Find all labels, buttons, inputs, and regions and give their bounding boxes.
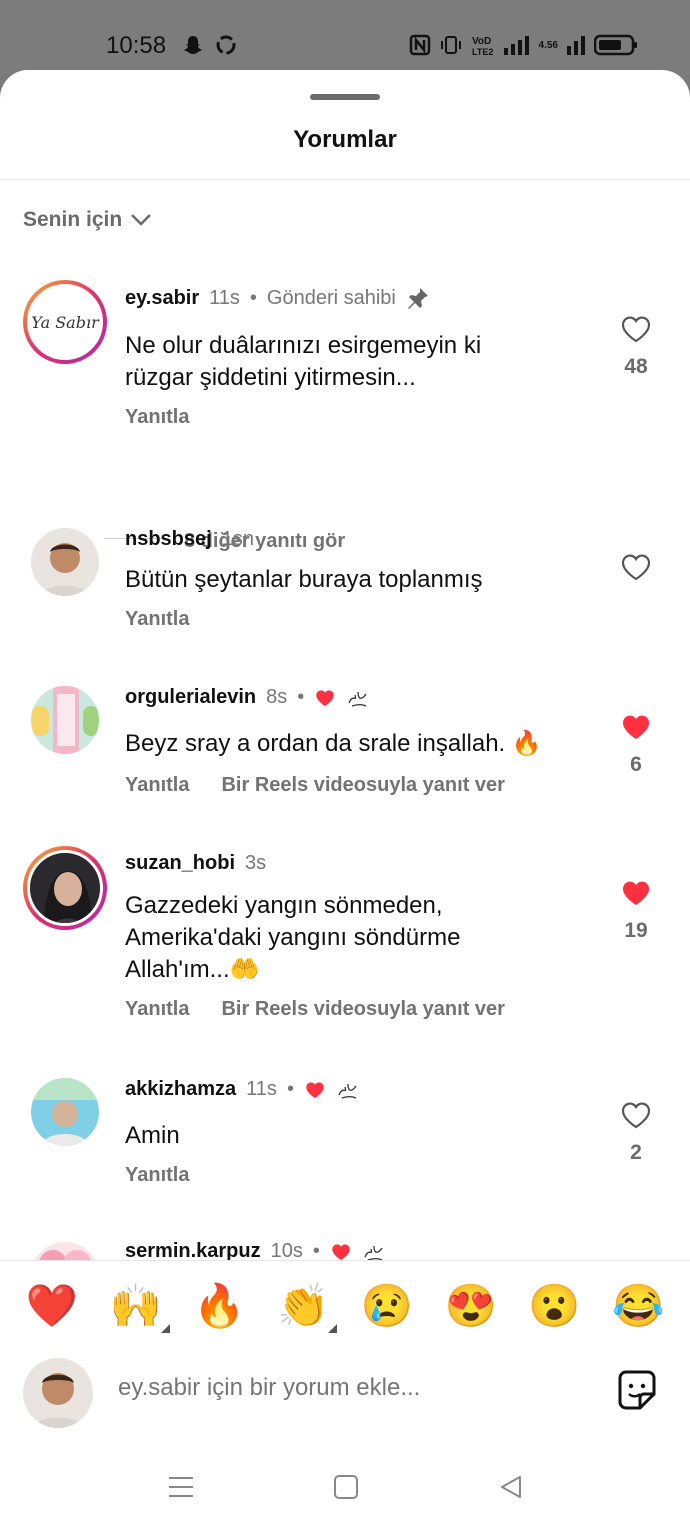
timestamp: 10s [270,1240,303,1260]
username[interactable]: akkizhamza [125,1078,236,1101]
timestamp: 11s [246,1078,277,1100]
avatar-logo-text: Ya Sabır [31,312,99,332]
comment-input[interactable] [118,1374,588,1402]
reels-reply-button[interactable]: Bir Reels videosuyla yanıt ver [221,998,504,1021]
heart-filled-icon [622,715,650,739]
separator-dot: • [286,1078,294,1100]
username[interactable]: orgulerialevin [125,686,256,709]
sticker-icon[interactable] [614,1368,660,1414]
system-nav-bar [0,1462,690,1533]
avatar[interactable] [31,686,99,754]
like-count: 48 [624,355,648,378]
emoji-quick-bar: ❤️ 🙌 🔥 👏 😢 😍 😮 😂 [0,1260,690,1350]
creator-liked-heart-icon [316,689,334,706]
reels-reply-button[interactable]: Bir Reels videosuyla yanıt ver [221,774,504,797]
emoji-surprised[interactable]: 😮 [528,1284,580,1327]
username[interactable]: ey.sabir [125,287,199,310]
username[interactable]: sermin.karpuz [125,1240,261,1260]
avatar[interactable]: Ya Sabır [23,280,107,364]
avatar[interactable] [31,1242,99,1260]
reply-button[interactable]: Yanıtla [125,774,189,797]
separator-dot: • [249,286,257,309]
reply-button[interactable]: Yanıtla [125,998,189,1021]
reply-button[interactable]: Yanıtla [125,1164,189,1187]
back-nav-icon[interactable] [498,1474,524,1500]
like-button[interactable] [614,552,658,587]
signal-icon-2 [567,36,585,55]
battery-icon [594,34,637,56]
status-time: 10:58 [106,32,167,59]
menu-nav-icon[interactable] [168,1474,194,1500]
creator-avatar-icon [348,691,367,707]
owner-badge: Gönderi sahibi [266,286,396,309]
emoji-laughing[interactable]: 😂 [612,1284,664,1327]
reply-button[interactable]: Yanıtla [125,608,189,631]
svg-text:VoD: VoD [472,36,491,47]
like-count: 19 [624,919,648,942]
like-count: 2 [630,1141,642,1164]
creator-avatar-icon [338,1083,357,1099]
skin-tone-indicator [328,1323,338,1333]
comments-list: Ya Sabır ey.sabir 11s • Gönderi sahibi N… [0,70,690,1260]
sync-icon [216,35,236,55]
home-nav-icon[interactable] [333,1474,359,1500]
comment-text: Amin [125,1122,180,1149]
like-button[interactable]: 48 [614,314,658,379]
separator-dot: • [297,686,305,708]
like-count: 6 [630,753,642,776]
emoji-heart[interactable]: ❤️ [26,1284,78,1327]
like-button[interactable]: 2 [614,1100,658,1165]
timestamp: 11s [209,286,240,309]
timestamp: 1sn [221,528,254,550]
heart-outline-icon [621,1102,651,1129]
comment-text: Gazzedeki yangın sönmeden, Amerika'daki … [125,892,461,983]
comment-text: Ne olur duâlarınızı esirgemeyin ki rüzga… [125,332,482,391]
username[interactable]: nsbsbsej [125,528,212,551]
avatar[interactable] [31,528,99,596]
avatar[interactable] [23,846,107,930]
reply-button[interactable]: Yanıtla [125,406,189,429]
creator-avatar-icon [364,1245,383,1260]
comment-text: Bütün şeytanlar buraya toplanmış [125,566,483,593]
separator-dot: • [312,1240,320,1260]
volte-icon: VoDLTE2 [472,36,493,56]
heart-outline-icon [621,316,651,343]
timestamp: 8s [266,686,288,708]
svg-text:LTE2: LTE2 [472,47,493,56]
username[interactable]: suzan_hobi [125,852,235,875]
emoji-crying[interactable]: 😢 [361,1284,413,1327]
pin-icon [407,288,428,309]
comment-text: Beyz sray a ordan da srale inşallah. 🔥 [125,730,542,757]
emoji-clap-glyph: 👏 [276,1281,330,1329]
heart-filled-icon [622,881,650,905]
emoji-raising-hands-glyph: 🙌 [109,1281,162,1329]
heart-outline-icon [621,554,651,581]
status-bar: 10:58 VoD LTE2 4.56 [0,0,690,75]
network-speed: 4.56 [538,39,558,51]
emoji-heart-eyes[interactable]: 😍 [444,1284,496,1327]
timestamp: 3s [245,852,267,874]
like-button[interactable]: 6 [614,712,658,777]
vibrate-icon [440,36,461,54]
emoji-raising-hands[interactable]: 🙌 [109,1281,170,1333]
skin-tone-indicator [160,1323,170,1333]
creator-liked-heart-icon [332,1243,350,1260]
signal-icon [503,36,529,55]
snapchat-icon [184,36,202,54]
my-avatar [23,1358,93,1428]
comments-sheet: Yorumlar Senin için Ya Sabır ey.sabir 11… [0,70,690,1533]
nfc-icon [409,34,430,56]
creator-liked-heart-icon [306,1081,324,1098]
emoji-fire[interactable]: 🔥 [193,1284,245,1327]
comment-composer [0,1354,690,1454]
avatar[interactable] [31,1078,99,1146]
like-button[interactable]: 19 [614,878,658,943]
emoji-clap[interactable]: 👏 [276,1281,338,1333]
